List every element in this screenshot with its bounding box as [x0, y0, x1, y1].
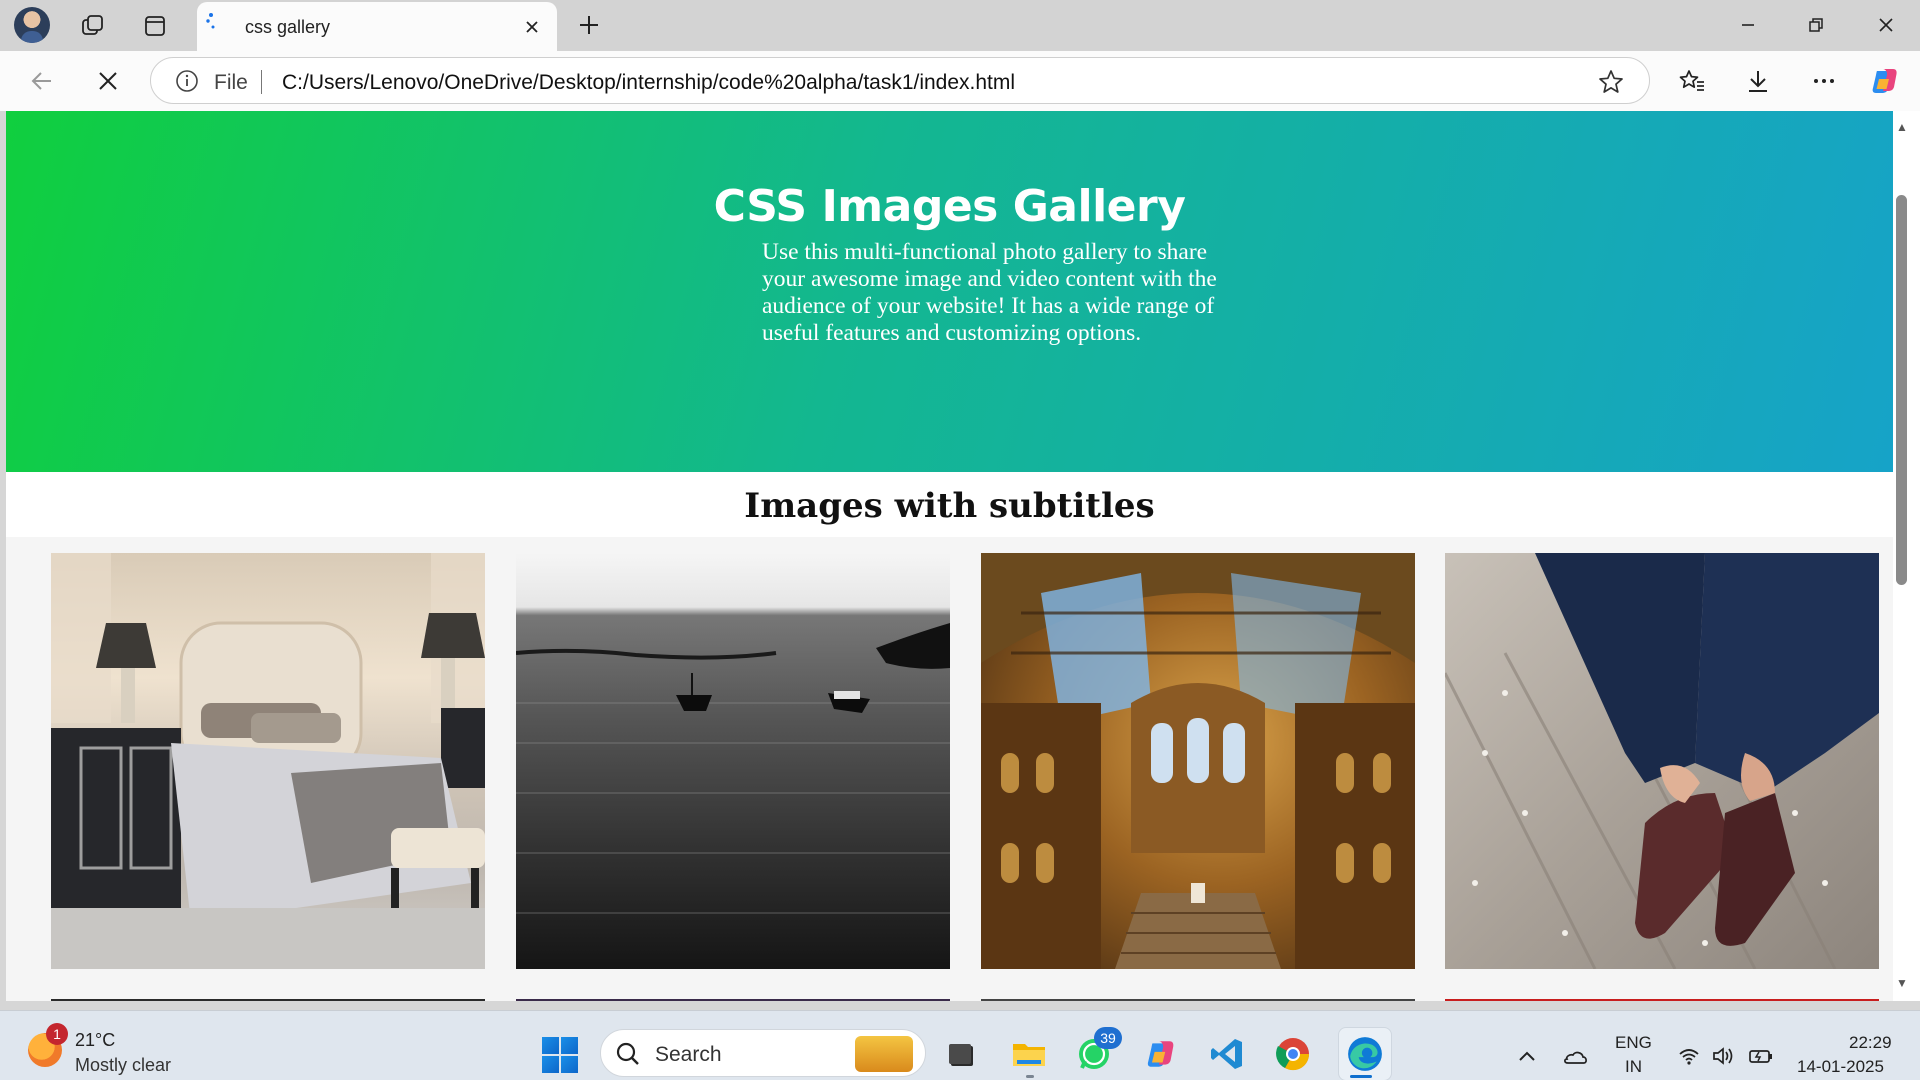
copilot-icon: [1872, 69, 1897, 93]
onedrive-icon[interactable]: [1562, 1043, 1588, 1069]
chevron-up-icon: [1519, 1051, 1535, 1061]
show-hidden-icons[interactable]: [1514, 1043, 1540, 1069]
vscode-app[interactable]: [1206, 1033, 1248, 1075]
sea-boats-photo: [516, 623, 950, 914]
hero-banner: CSS Images Gallery Use this multi-functi…: [6, 111, 1893, 472]
tab-title: css gallery: [245, 17, 331, 37]
weather-badge: 1: [46, 1023, 68, 1045]
language-region[interactable]: IN: [1625, 1057, 1642, 1077]
scroll-up-icon[interactable]: ▲: [1894, 120, 1910, 136]
loading-icon: [206, 13, 215, 29]
tab-actions-icon[interactable]: [137, 8, 173, 44]
copilot-button[interactable]: [1867, 63, 1903, 99]
start-button[interactable]: [542, 1037, 578, 1073]
section-title: Images with subtitles: [744, 486, 1155, 526]
taskbar: 1 21°C Mostly clear Search 39 ENG IN 22:…: [0, 1010, 1920, 1080]
profile-avatar[interactable]: [14, 7, 50, 43]
weather-temperature[interactable]: 21°C: [75, 1030, 115, 1051]
search-highlight-icon: [855, 1036, 913, 1072]
scheme-label: File: [214, 71, 248, 94]
battery-icon[interactable]: [1748, 1043, 1774, 1069]
file-explorer-app[interactable]: [1008, 1033, 1050, 1075]
minimize-button[interactable]: [1726, 6, 1770, 44]
gallery-image-row2-4[interactable]: [1445, 999, 1879, 1001]
favorites-button[interactable]: [1674, 63, 1710, 99]
gallery-image-row2-1[interactable]: [51, 999, 485, 1001]
clock-time[interactable]: 22:29: [1849, 1033, 1892, 1053]
close-icon: [99, 72, 117, 90]
language-indicator[interactable]: ENG: [1615, 1033, 1652, 1053]
download-icon: [1749, 71, 1767, 92]
hero-description: Use this multi-functional photo gallery …: [762, 239, 1217, 346]
back-arrow-icon: [31, 72, 51, 90]
volume-icon[interactable]: [1711, 1043, 1737, 1069]
museum-hall-photo: [981, 553, 1415, 969]
scroll-down-icon[interactable]: ▼: [1894, 976, 1910, 992]
gallery-image-row2-2[interactable]: [516, 999, 950, 1001]
windows-logo-icon: [542, 1037, 559, 1054]
plus-icon: [580, 16, 598, 34]
favorite-star-icon[interactable]: [1597, 68, 1625, 96]
page-title: CSS Images Gallery: [713, 181, 1186, 232]
clock-date[interactable]: 14-01-2025: [1797, 1057, 1884, 1077]
taskbar-search[interactable]: Search: [600, 1029, 926, 1077]
gallery-image-shoes[interactable]: [1445, 553, 1879, 969]
file-explorer-indicator: [1026, 1075, 1034, 1078]
chrome-app[interactable]: [1272, 1033, 1314, 1075]
copilot-app[interactable]: [1140, 1033, 1182, 1075]
more-icon: [1814, 79, 1834, 83]
browser-toolbar: File C:/Users/Lenovo/OneDrive/Desktop/in…: [0, 51, 1920, 111]
edge-icon: [1348, 1037, 1382, 1071]
edge-indicator: [1350, 1075, 1372, 1078]
scrollbar-thumb[interactable]: [1896, 195, 1907, 585]
page-viewport: CSS Images Gallery Use this multi-functi…: [6, 111, 1893, 1001]
tying-shoes-photo: [1445, 553, 1879, 969]
search-label: Search: [655, 1043, 722, 1066]
task-view-app[interactable]: [940, 1033, 982, 1075]
restore-button[interactable]: [1794, 6, 1838, 44]
downloads-button[interactable]: [1740, 63, 1776, 99]
favorites-icon: [1679, 70, 1704, 91]
tab-strip: css gallery: [0, 0, 1920, 51]
gallery-image-museum[interactable]: [981, 553, 1415, 969]
edge-app[interactable]: [1344, 1033, 1386, 1075]
copilot-icon: [1147, 1041, 1174, 1067]
gallery-image-sea[interactable]: [516, 553, 950, 969]
bedroom-photo: [51, 553, 485, 969]
vscode-icon: [1211, 1039, 1242, 1069]
wifi-icon[interactable]: [1676, 1043, 1702, 1069]
weather-condition[interactable]: Mostly clear: [75, 1055, 171, 1076]
terminal-icon: [949, 1044, 973, 1066]
gallery-image-row2-3[interactable]: [981, 999, 1415, 1001]
workspaces-icon[interactable]: [75, 8, 111, 44]
stop-loading-button[interactable]: [90, 63, 126, 99]
search-icon: [616, 1042, 639, 1065]
close-window-button[interactable]: [1864, 6, 1908, 44]
tab-close-icon[interactable]: [519, 14, 545, 40]
new-tab-button[interactable]: [572, 8, 606, 42]
address-bar[interactable]: File C:/Users/Lenovo/OneDrive/Desktop/in…: [150, 57, 1650, 104]
gallery-image-bedroom[interactable]: [51, 553, 485, 969]
tab-css-gallery[interactable]: css gallery: [197, 2, 557, 51]
whatsapp-badge: 39: [1094, 1027, 1122, 1049]
folder-icon: [1013, 1044, 1045, 1066]
back-button[interactable]: [24, 63, 60, 99]
address-divider: [261, 70, 262, 94]
url-text[interactable]: C:/Users/Lenovo/OneDrive/Desktop/interns…: [282, 71, 1015, 95]
chrome-icon: [1276, 1038, 1310, 1071]
info-icon[interactable]: [175, 69, 199, 93]
settings-more-button[interactable]: [1806, 63, 1842, 99]
